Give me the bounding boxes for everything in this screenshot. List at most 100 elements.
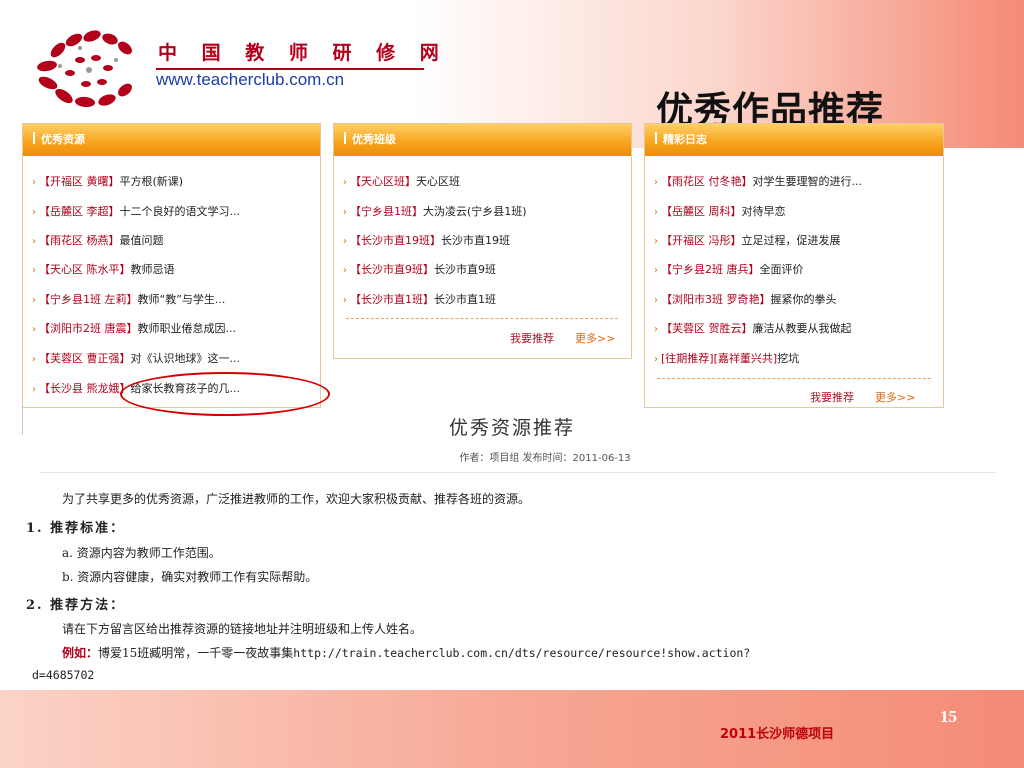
list-item[interactable]: › 【芙蓉区 曹正强】对《认识地球》这一... bbox=[32, 352, 240, 367]
item-text[interactable]: 挖坑 bbox=[777, 352, 799, 365]
list-item[interactable]: › 【天心区班】天心区班 bbox=[343, 175, 460, 190]
list-item[interactable]: › 【岳麓区 李超】十二个良好的语文学习... bbox=[32, 205, 240, 220]
teacherclub-logo-icon bbox=[37, 30, 132, 108]
list-item[interactable]: › 【长沙市直9班】长沙市直9班 bbox=[343, 263, 496, 278]
list-item[interactable]: › 【岳麓区 周科】对待早恋 bbox=[654, 205, 786, 220]
item-tag[interactable]: 【长沙市直19班】 bbox=[350, 234, 441, 247]
article-title: 优秀资源推荐 bbox=[448, 417, 575, 439]
item-tag[interactable]: 【雨花区 付冬艳】 bbox=[661, 175, 753, 188]
footer-text: 2011长沙师德项目 bbox=[720, 727, 835, 742]
list-item[interactable]: › 【开福区 冯彤】立足过程，促进发展 bbox=[654, 234, 841, 249]
list-item[interactable]: › 【芙蓉区 贺胜云】廉洁从教要从我做起 bbox=[654, 322, 852, 337]
list-item[interactable]: › 【浏阳市2班 唐震】教师职业倦怠成因... bbox=[32, 322, 236, 337]
arrow-right-icon: › bbox=[32, 207, 36, 218]
arrow-right-icon: › bbox=[32, 324, 36, 335]
criteria-item: b. 资源内容健康，确实对教师工作有实际帮助。 bbox=[62, 570, 318, 584]
item-text[interactable]: 十二个良好的语文学习... bbox=[120, 205, 241, 218]
item-text[interactable]: 对待早恋 bbox=[742, 205, 786, 218]
example-url[interactable]: http://train.teacherclub.com.cn/dts/reso… bbox=[293, 646, 750, 660]
item-tag[interactable]: 【芙蓉区 曹正强】 bbox=[39, 352, 131, 365]
arrow-right-icon: › bbox=[32, 384, 36, 395]
example-url-continued[interactable]: d=4685702 bbox=[32, 668, 94, 682]
item-tag[interactable]: 【长沙市直9班】 bbox=[350, 263, 434, 276]
page-number: 15 bbox=[940, 707, 957, 726]
item-tag[interactable]: 【长沙县 熊龙娥】 bbox=[39, 382, 131, 395]
item-tag[interactable]: 【天心区班】 bbox=[350, 175, 416, 188]
arrow-right-icon: › bbox=[654, 207, 658, 218]
item-tag[interactable]: 【开福区 冯彤】 bbox=[661, 234, 742, 247]
list-item[interactable]: › [往期推荐][嘉祥董兴共]挖坑 bbox=[654, 352, 799, 367]
item-tag[interactable]: 【芙蓉区 贺胜云】 bbox=[661, 322, 753, 335]
arrow-right-icon: › bbox=[32, 354, 36, 365]
arrow-right-icon: › bbox=[32, 265, 36, 276]
item-text[interactable]: 长沙市直9班 bbox=[434, 263, 496, 276]
section-heading: 1. 推荐标准： bbox=[26, 521, 126, 536]
item-text[interactable]: 平方根(新课) bbox=[120, 175, 184, 188]
item-text[interactable]: 教师职业倦怠成因... bbox=[138, 322, 237, 335]
list-item[interactable]: › 【雨花区 杨燕】最值问题 bbox=[32, 234, 164, 249]
site-url[interactable]: www.teacherclub.com.cn bbox=[156, 70, 344, 90]
list-item[interactable]: › 【开福区 黄曙】平方根(新课) bbox=[32, 175, 183, 190]
site-name: 中 国 教 师 研 修 网 bbox=[158, 42, 448, 64]
item-tag[interactable]: [往期推荐][嘉祥董兴共] bbox=[661, 352, 777, 365]
panel-excellent-classes: 优秀班级 › 【天心区班】天心区班 › 【宁乡县1班】大沩凌云(宁乡县1班) › 【长… bbox=[333, 123, 632, 359]
item-text[interactable]: 立足过程，促进发展 bbox=[742, 234, 841, 247]
section-heading: 2. 推荐方法： bbox=[26, 598, 126, 613]
item-text[interactable]: 对《认识地球》这一... bbox=[131, 352, 241, 365]
article-divider bbox=[40, 472, 995, 473]
list-item[interactable]: › 【长沙市直19班】长沙市直19班 bbox=[343, 234, 510, 249]
recommend-link[interactable]: 我要推荐 bbox=[810, 389, 854, 405]
arrow-right-icon: › bbox=[654, 324, 658, 335]
arrow-right-icon: › bbox=[32, 236, 36, 247]
item-tag[interactable]: 【雨花区 杨燕】 bbox=[39, 234, 120, 247]
list-item[interactable]: › 【宁乡县1班 左莉】教师“教”与学生... bbox=[32, 293, 225, 308]
arrow-right-icon: › bbox=[654, 236, 658, 247]
more-link[interactable]: 更多>> bbox=[875, 389, 915, 405]
panel-header: 优秀资源 bbox=[23, 124, 320, 156]
item-text[interactable]: 廉洁从教要从我做起 bbox=[753, 322, 852, 335]
panel-header: 优秀班级 bbox=[334, 124, 631, 156]
item-text[interactable]: 大沩凌云(宁乡县1班) bbox=[423, 205, 527, 218]
arrow-right-icon: › bbox=[654, 265, 658, 276]
article-meta: 作者：项目组 发布时间：2011-06-13 bbox=[459, 453, 631, 464]
item-tag[interactable]: 【岳麓区 周科】 bbox=[661, 205, 742, 218]
item-text[interactable]: 教师“教”与学生... bbox=[138, 293, 226, 306]
item-text[interactable]: 最值问题 bbox=[120, 234, 164, 247]
panel-title: 优秀班级 bbox=[352, 133, 396, 146]
panel-featured-blogs: 精彩日志 › 【雨花区 付冬艳】对学生要理智的进行... › 【岳麓区 周科】对待早… bbox=[644, 123, 944, 408]
list-item[interactable]: › 【天心区 陈水平】教师忌语 bbox=[32, 263, 175, 278]
item-tag[interactable]: 【岳麓区 李超】 bbox=[39, 205, 120, 218]
item-text[interactable]: 全面评价 bbox=[760, 263, 804, 276]
arrow-right-icon: › bbox=[343, 177, 347, 188]
item-text[interactable]: 长沙市直1班 bbox=[434, 293, 496, 306]
list-item[interactable]: › 【浏阳市3班 罗奇艳】握紧你的拳头 bbox=[654, 293, 837, 308]
item-tag[interactable]: 【开福区 黄曙】 bbox=[39, 175, 120, 188]
item-tag[interactable]: 【浏阳市2班 唐震】 bbox=[39, 322, 138, 335]
item-tag[interactable]: 【宁乡县1班 左莉】 bbox=[39, 293, 138, 306]
item-text[interactable]: 教师忌语 bbox=[131, 263, 175, 276]
item-tag[interactable]: 【天心区 陈水平】 bbox=[39, 263, 131, 276]
panel-title: 优秀资源 bbox=[41, 133, 85, 146]
example-line: 例如：博爱15班臧明常，一千零一夜故事集http://train.teacher… bbox=[62, 644, 750, 661]
item-tag[interactable]: 【浏阳市3班 罗奇艳】 bbox=[661, 293, 771, 306]
arrow-right-icon: › bbox=[343, 207, 347, 218]
list-item[interactable]: › 【长沙市直1班】长沙市直1班 bbox=[343, 293, 496, 308]
arrow-right-icon: › bbox=[654, 295, 658, 306]
article-intro: 为了共享更多的优秀资源，广泛推进教师的工作，欢迎大家积极贡献、推荐各班的资源。 bbox=[62, 492, 531, 506]
highlight-circle bbox=[120, 372, 330, 416]
item-text[interactable]: 对学生要理智的进行... bbox=[753, 175, 863, 188]
item-tag[interactable]: 【宁乡县1班】 bbox=[350, 205, 423, 218]
list-item[interactable]: › 【宁乡县1班】大沩凌云(宁乡县1班) bbox=[343, 205, 527, 220]
panel-header: 精彩日志 bbox=[645, 124, 943, 156]
more-link[interactable]: 更多>> bbox=[575, 330, 615, 346]
item-tag[interactable]: 【长沙市直1班】 bbox=[350, 293, 434, 306]
list-item[interactable]: › 【雨花区 付冬艳】对学生要理智的进行... bbox=[654, 175, 862, 190]
item-text[interactable]: 握紧你的拳头 bbox=[771, 293, 837, 306]
recommend-link[interactable]: 我要推荐 bbox=[510, 330, 554, 346]
item-text[interactable]: 长沙市直19班 bbox=[441, 234, 510, 247]
list-item[interactable]: › 【宁乡县2班 唐兵】全面评价 bbox=[654, 263, 804, 278]
footer-background bbox=[0, 690, 1024, 768]
item-tag[interactable]: 【宁乡县2班 唐兵】 bbox=[661, 263, 760, 276]
example-text: 博爱15班臧明常，一千零一夜故事集 bbox=[98, 646, 294, 660]
item-text[interactable]: 天心区班 bbox=[416, 175, 460, 188]
